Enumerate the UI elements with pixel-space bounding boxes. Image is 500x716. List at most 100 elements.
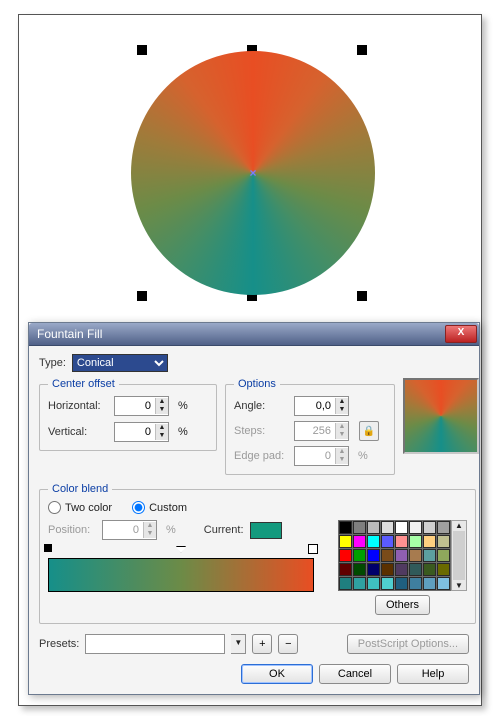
percent-unit: %	[178, 400, 188, 412]
percent-unit: %	[358, 450, 368, 462]
two-color-label: Two color	[65, 502, 112, 514]
scroll-up-icon[interactable]: ▲	[452, 521, 466, 530]
palette-swatch[interactable]	[381, 535, 394, 548]
palette-swatch[interactable]	[395, 563, 408, 576]
type-select[interactable]: Conical	[72, 354, 168, 372]
palette-swatch[interactable]	[367, 535, 380, 548]
presets-label: Presets:	[39, 638, 79, 650]
palette-swatch[interactable]	[395, 549, 408, 562]
palette-swatch[interactable]	[423, 549, 436, 562]
scroll-down-icon[interactable]: ▼	[452, 581, 466, 590]
angle-field[interactable]	[295, 398, 335, 414]
horizontal-field[interactable]	[115, 398, 155, 414]
percent-unit: %	[178, 426, 188, 438]
palette-swatch[interactable]	[339, 535, 352, 548]
palette-swatch[interactable]	[437, 563, 450, 576]
palette-swatch[interactable]	[353, 563, 366, 576]
selection-handle-sw[interactable]	[137, 291, 147, 301]
angle-spinner[interactable]: ▲▼	[294, 396, 349, 416]
palette-swatch[interactable]	[381, 521, 394, 534]
palette-swatch[interactable]	[367, 563, 380, 576]
palette-swatch[interactable]	[409, 535, 422, 548]
palette-swatch[interactable]	[437, 549, 450, 562]
custom-radio[interactable]: Custom	[132, 501, 187, 514]
palette-swatch[interactable]	[381, 549, 394, 562]
angle-label: Angle:	[234, 400, 288, 412]
palette-swatch[interactable]	[395, 521, 408, 534]
ok-button[interactable]: OK	[241, 664, 313, 684]
palette-swatch[interactable]	[409, 577, 422, 590]
gradient-ramp[interactable]	[48, 558, 314, 592]
custom-label: Custom	[149, 502, 187, 514]
palette-swatch[interactable]	[339, 549, 352, 562]
palette-swatch[interactable]	[353, 521, 366, 534]
percent-unit: %	[166, 524, 176, 536]
spinner-down-icon[interactable]: ▼	[155, 406, 168, 414]
palette-swatch[interactable]	[409, 549, 422, 562]
options-legend: Options	[234, 378, 280, 390]
palette-swatch[interactable]	[395, 535, 408, 548]
options-group: Options Angle: ▲▼ Steps: ▲▼	[225, 378, 395, 475]
canvas-object-gradient-circle[interactable]: ×	[131, 51, 375, 295]
vertical-field[interactable]	[115, 424, 155, 440]
palette-swatch[interactable]	[367, 577, 380, 590]
gradient-stop-end[interactable]	[308, 544, 318, 554]
gradient-stop-start[interactable]	[44, 544, 52, 552]
palette-swatch[interactable]	[409, 521, 422, 534]
palette-swatch[interactable]	[339, 577, 352, 590]
palette-swatch[interactable]	[423, 577, 436, 590]
palette-swatch[interactable]	[381, 563, 394, 576]
current-label: Current:	[204, 524, 244, 536]
steps-spinner: ▲▼	[294, 421, 349, 441]
spinner-up-icon[interactable]: ▲	[155, 398, 168, 406]
selection-handle-ne[interactable]	[357, 45, 367, 55]
palette-scrollbar[interactable]: ▲ ▼	[451, 520, 467, 591]
selection-handle-se[interactable]	[357, 291, 367, 301]
palette-swatch[interactable]	[367, 549, 380, 562]
palette-swatch[interactable]	[381, 577, 394, 590]
scroll-thumb[interactable]	[453, 531, 465, 580]
palette-swatch[interactable]	[437, 521, 450, 534]
spinner-down-icon: ▼	[335, 456, 348, 464]
color-blend-legend: Color blend	[48, 483, 112, 495]
palette-swatch[interactable]	[339, 563, 352, 576]
palette-swatch[interactable]	[437, 577, 450, 590]
palette-swatch[interactable]	[423, 535, 436, 548]
palette-swatch[interactable]	[367, 521, 380, 534]
help-button[interactable]: Help	[397, 664, 469, 684]
steps-lock-button[interactable]: 🔒	[359, 421, 379, 441]
vertical-spinner[interactable]: ▲▼	[114, 422, 169, 442]
selection-handle-nw[interactable]	[137, 45, 147, 55]
color-palette[interactable]	[338, 520, 451, 591]
current-color-swatch[interactable]	[250, 522, 282, 539]
cancel-button[interactable]: Cancel	[319, 664, 391, 684]
spinner-down-icon[interactable]: ▼	[155, 432, 168, 440]
presets-combo[interactable]	[85, 634, 225, 654]
close-button[interactable]: X	[445, 325, 477, 343]
object-center-marker-icon: ×	[249, 166, 256, 180]
palette-swatch[interactable]	[353, 535, 366, 548]
type-label: Type:	[39, 357, 66, 369]
palette-swatch[interactable]	[353, 577, 366, 590]
two-color-radio[interactable]: Two color	[48, 501, 112, 514]
spinner-down-icon[interactable]: ▼	[335, 406, 348, 414]
dialog-titlebar[interactable]: Fountain Fill X	[29, 323, 479, 346]
palette-swatch[interactable]	[437, 535, 450, 548]
preset-remove-button[interactable]: −	[278, 634, 298, 654]
presets-dropdown-button[interactable]: ▼	[231, 634, 246, 654]
preset-add-button[interactable]: +	[252, 634, 272, 654]
palette-swatch[interactable]	[423, 521, 436, 534]
horizontal-spinner[interactable]: ▲▼	[114, 396, 169, 416]
position-spinner: ▲▼	[102, 520, 157, 540]
color-blend-group: Color blend Two color Custom Position:	[39, 483, 476, 624]
palette-swatch[interactable]	[353, 549, 366, 562]
spinner-up-icon: ▲	[335, 448, 348, 456]
palette-swatch[interactable]	[395, 577, 408, 590]
others-button[interactable]: Others	[375, 595, 430, 615]
spinner-up-icon[interactable]: ▲	[155, 424, 168, 432]
palette-swatch[interactable]	[409, 563, 422, 576]
spinner-up-icon[interactable]: ▲	[335, 398, 348, 406]
palette-swatch[interactable]	[423, 563, 436, 576]
palette-swatch[interactable]	[339, 521, 352, 534]
postscript-options-button: PostScript Options...	[347, 634, 469, 654]
